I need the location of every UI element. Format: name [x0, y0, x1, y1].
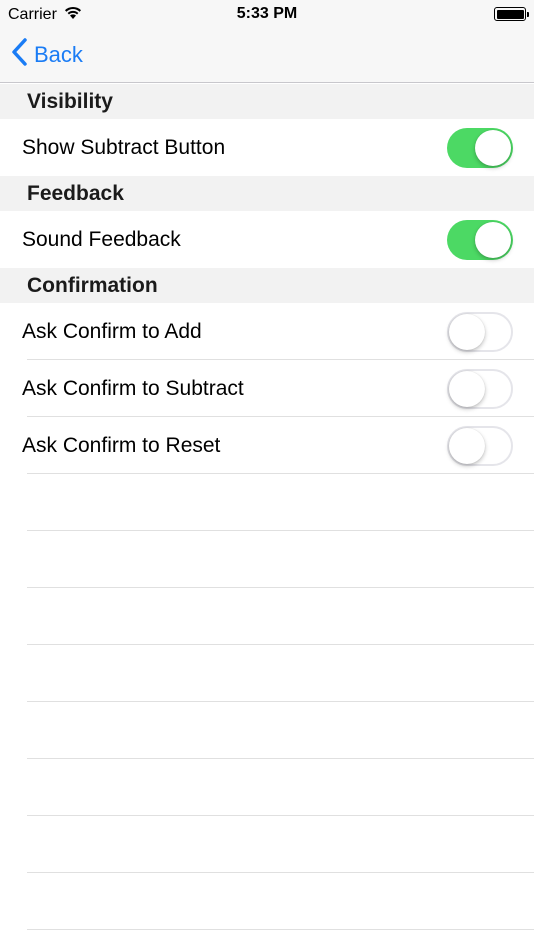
sound-feedback-toggle[interactable] [447, 220, 513, 260]
settings-table[interactable]: Visibility Show Subtract Button Feedback… [0, 84, 534, 950]
row-show-subtract-button: Show Subtract Button [0, 119, 534, 176]
row-ask-confirm-subtract: Ask Confirm to Subtract [0, 360, 534, 417]
status-time: 5:33 PM [236, 5, 298, 22]
row-ask-confirm-reset: Ask Confirm to Reset [0, 417, 534, 474]
row-ask-confirm-add: Ask Confirm to Add [0, 303, 534, 360]
section-header-confirmation: Confirmation [0, 268, 534, 303]
row-label: Ask Confirm to Subtract [22, 376, 244, 400]
status-bar: Carrier 5:33 PM [0, 0, 534, 28]
empty-row [0, 588, 534, 645]
empty-row [0, 474, 534, 531]
chevron-left-icon [12, 38, 28, 72]
show-subtract-button-toggle[interactable] [447, 128, 513, 168]
empty-row [0, 531, 534, 588]
back-button[interactable]: Back [12, 38, 83, 72]
empty-row [0, 759, 534, 816]
row-label: Sound Feedback [22, 227, 181, 251]
section-header-feedback: Feedback [0, 176, 534, 211]
row-label: Ask Confirm to Reset [22, 433, 221, 457]
row-label: Show Subtract Button [22, 135, 226, 159]
empty-row [0, 816, 534, 873]
empty-table-area [0, 474, 534, 930]
section-header-visibility: Visibility [0, 84, 534, 119]
empty-row [0, 645, 534, 702]
empty-row [0, 873, 534, 930]
ask-confirm-reset-toggle[interactable] [447, 426, 513, 466]
back-label: Back [34, 42, 83, 67]
navigation-bar: Back [0, 28, 534, 83]
row-sound-feedback: Sound Feedback [0, 211, 534, 268]
empty-row [0, 702, 534, 759]
ask-confirm-add-toggle[interactable] [447, 312, 513, 352]
battery-icon [494, 7, 529, 21]
row-label: Ask Confirm to Add [22, 319, 202, 343]
ask-confirm-subtract-toggle[interactable] [447, 369, 513, 409]
